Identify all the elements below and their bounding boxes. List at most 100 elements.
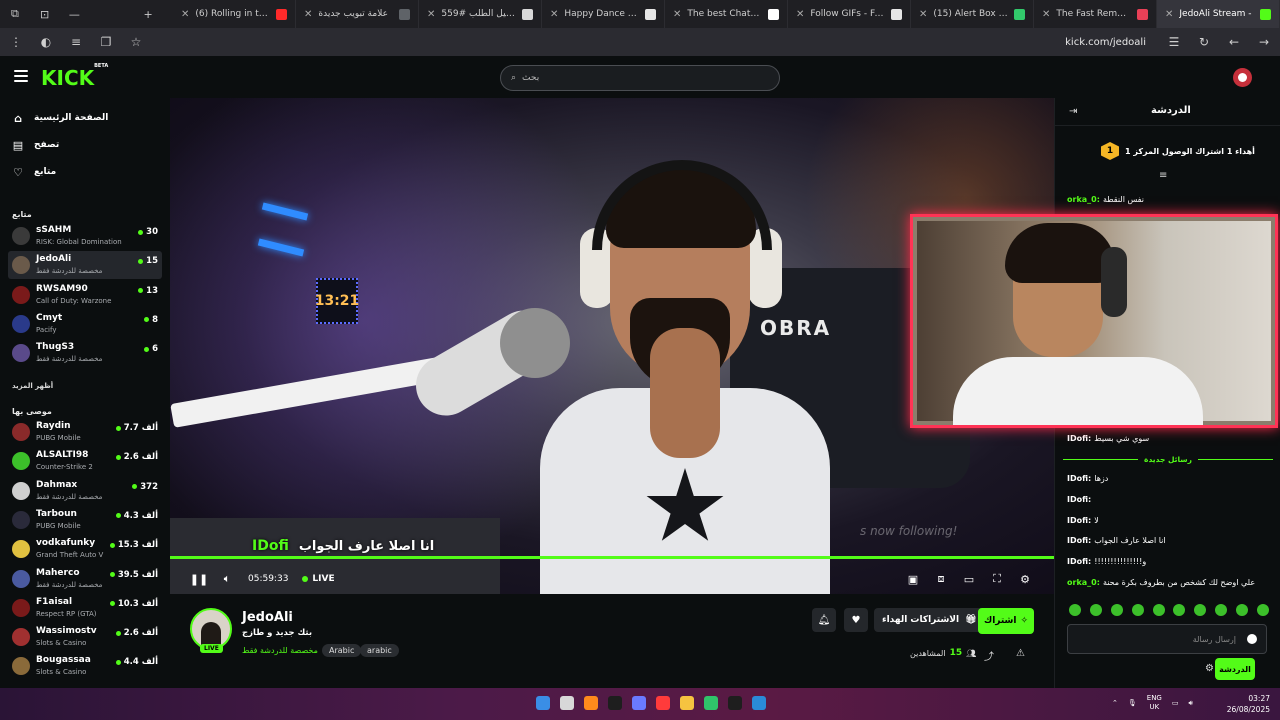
url-field[interactable]: kick.com/jedoali [1065,37,1146,48]
share-icon[interactable]: ⤴ [984,648,994,663]
browser-tab[interactable]: ✕ (6) Rolling in the Dee [173,0,296,28]
close-tab-icon[interactable]: ✕ [673,9,681,20]
sidebar-channel-vodkafunky[interactable]: vodkafunky Grand Theft Auto V 15.3 ألف [8,535,162,563]
taskbar-app-icon[interactable] [752,696,766,710]
notification-bell-button[interactable]: 🔔︎ [812,608,836,632]
emote-icon[interactable] [1152,604,1165,616]
volume-icon[interactable]: 🔈︎ [220,572,234,586]
sidebar-channel-f1aisal[interactable]: F1aisal Respect RP (GTA) 10.3 ألف [8,594,162,622]
sidebar-channel-wassimostv[interactable]: Wassimostv Slots & Casino 2.6 ألف [8,623,162,651]
taskbar-app-icon[interactable] [584,696,598,710]
more-icon[interactable]: ⋮ [8,34,24,50]
emote-icon[interactable] [1089,604,1102,616]
fullscreen-icon[interactable]: ⛶ [990,572,1004,586]
chat-username[interactable]: orka_0: [1067,578,1100,587]
emote-icon[interactable] [1110,604,1123,616]
tab-search-icon[interactable]: ⊡ [30,0,60,28]
chat-settings-icon[interactable]: ⚙ [1205,663,1214,674]
live-progress-bar[interactable] [170,556,1054,559]
back-icon[interactable]: ← [1226,34,1242,50]
close-tab-icon[interactable]: ✕ [550,9,558,20]
browser-tab[interactable]: ✕ (15) Alert Box / Strea [911,0,1034,28]
browser-tab[interactable]: ✕ Happy Dance GIF - Fi [542,0,665,28]
sidebar-channel-thugs3[interactable]: ThugS3 مخصصة للدردشة فقط 6 [8,339,162,367]
collapse-chat-icon[interactable]: ⇥ [1069,106,1077,117]
forward-icon[interactable]: → [1256,34,1272,50]
microphone-icon[interactable]: 🎙︎ [1128,699,1137,707]
browser-tab[interactable]: ✕ علامة تبويب جديدة [296,0,419,28]
close-tab-icon[interactable]: ✕ [181,9,189,20]
extensions-icon[interactable]: ≡ [68,34,84,50]
taskbar-app-icon[interactable] [680,696,694,710]
settings-icon[interactable]: ⚙ [1018,572,1032,586]
copy-icon[interactable]: ❐ [98,34,114,50]
tray-chevron-icon[interactable]: ⌃ [1112,699,1118,707]
chat-username[interactable]: IDofi: [1067,474,1091,483]
browser-tab[interactable]: ✕ The Fast Remote Des [1034,0,1157,28]
subscribe-button[interactable]: اشتراك ✧ [978,608,1034,634]
clip-icon[interactable]: ⧈ [934,572,948,586]
sidebar-channel-jedoali[interactable]: JedoAli مخصصة للدردشة فقط 15 [8,251,162,280]
sidebar-channel-bougassaa[interactable]: Bougassaa Slots & Casino 4.4 ألف [8,652,162,680]
new-tab-icon[interactable]: + [133,0,163,28]
chat-username[interactable]: IDofi: [1067,434,1091,443]
chat-username[interactable]: orka_0: [1067,195,1100,204]
stream-category[interactable]: مخصصة للدردشة فقط [242,646,318,655]
follow-heart-button[interactable]: ♥ [844,608,868,632]
chat-input[interactable]: إرسال رسالة [1067,624,1267,654]
gift-subs-button[interactable]: الاشتراكات الهداء 🎁︎ [874,608,985,632]
expand-pinned-icon[interactable]: ≡ [1159,170,1167,181]
emote-icon[interactable] [1256,604,1269,616]
user-avatar[interactable] [1233,68,1252,87]
tag-pill[interactable]: arabic [360,644,399,657]
nav-following[interactable]: ♡ متابع [12,166,56,179]
bookmark-star-icon[interactable]: ☆ [128,34,144,50]
theater-mode-icon[interactable]: ▭ [962,572,976,586]
sidebar-channel-ssahm[interactable]: sSAHM RISK: Global Domination 30 [8,222,162,250]
browser-tab[interactable]: ✕ تفاصيل الطلب #559 [419,0,542,28]
chat-username[interactable]: IDofi: [1067,516,1091,525]
browser-tab[interactable]: ✕ JedoAli Stream - [1157,0,1280,28]
sub-goal-banner[interactable]: 1 أهداء 1 اشتراك الوصول المركز 1 [1055,138,1280,164]
live-indicator[interactable]: LIVE [302,574,335,584]
browser-menu-icon[interactable]: ⧉ [0,0,30,28]
nav-home[interactable]: ⌂ الصفحة الرئيسية [12,112,108,125]
show-more-link[interactable]: أظهر المزيد [12,382,53,390]
kick-logo[interactable]: KICKBETA [41,63,108,90]
sidebar-channel-cmyt[interactable]: Cmyt Pacify 8 [8,310,162,338]
sidebar-channel-dahmax[interactable]: Dahmax مخصصة للدردشة فقط 372 [8,477,162,505]
sidebar-channel-raydin[interactable]: Raydin PUBG Mobile 7.7 ألف [8,418,162,446]
search-input[interactable]: ⌕ بحث [500,65,780,91]
close-tab-icon[interactable]: ✕ [304,9,312,20]
emote-icon[interactable] [1236,604,1248,616]
speaker-icon[interactable]: 🔊︎ [1188,699,1192,708]
taskbar-app-icon[interactable] [704,696,718,710]
tag-pill[interactable]: Arabic [322,644,362,657]
close-tab-icon[interactable]: ✕ [1165,9,1173,20]
report-icon[interactable]: ⚠ [1016,648,1025,659]
close-tab-icon[interactable]: ✕ [919,9,927,20]
close-tab-icon[interactable]: ✕ [427,9,435,20]
sidebar-channel-rwsam90[interactable]: RWSAM90 Call of Duty: Warzone 13 [8,281,162,309]
chat-username[interactable]: IDofi: [1067,495,1091,504]
nav-browse[interactable]: ▤ تصفح [12,139,59,152]
emote-icon[interactable] [1173,604,1186,616]
hamburger-menu-icon[interactable] [14,70,28,82]
language-indicator[interactable]: ENG UK [1147,694,1162,712]
close-tab-icon[interactable]: ✕ [796,9,804,20]
close-tab-icon[interactable]: ✕ [1042,9,1050,20]
browser-tab[interactable]: ✕ Follow GIFs - Find & [788,0,911,28]
taskbar-app-icon[interactable] [560,696,574,710]
taskbar-app-icon[interactable] [728,696,742,710]
reader-icon[interactable]: ☰ [1166,34,1182,50]
taskbar-app-icon[interactable] [632,696,646,710]
taskbar-app-icon[interactable] [536,696,550,710]
minimize-icon[interactable]: — [60,0,90,28]
browser-tab[interactable]: ✕ The best ChatBot and [665,0,788,28]
emote-icon[interactable] [1069,604,1081,616]
sidebar-channel-tarboun[interactable]: Tarboun PUBG Mobile 4.3 ألف [8,506,162,534]
sidebar-channel-alsalti98[interactable]: ALSALTI98 Counter-Strike 2 2.6 ألف [8,447,162,475]
emoji-picker-icon[interactable] [1247,634,1257,644]
streamer-name[interactable]: JedoAli [242,610,293,625]
pause-icon[interactable]: ❚❚ [190,572,208,586]
